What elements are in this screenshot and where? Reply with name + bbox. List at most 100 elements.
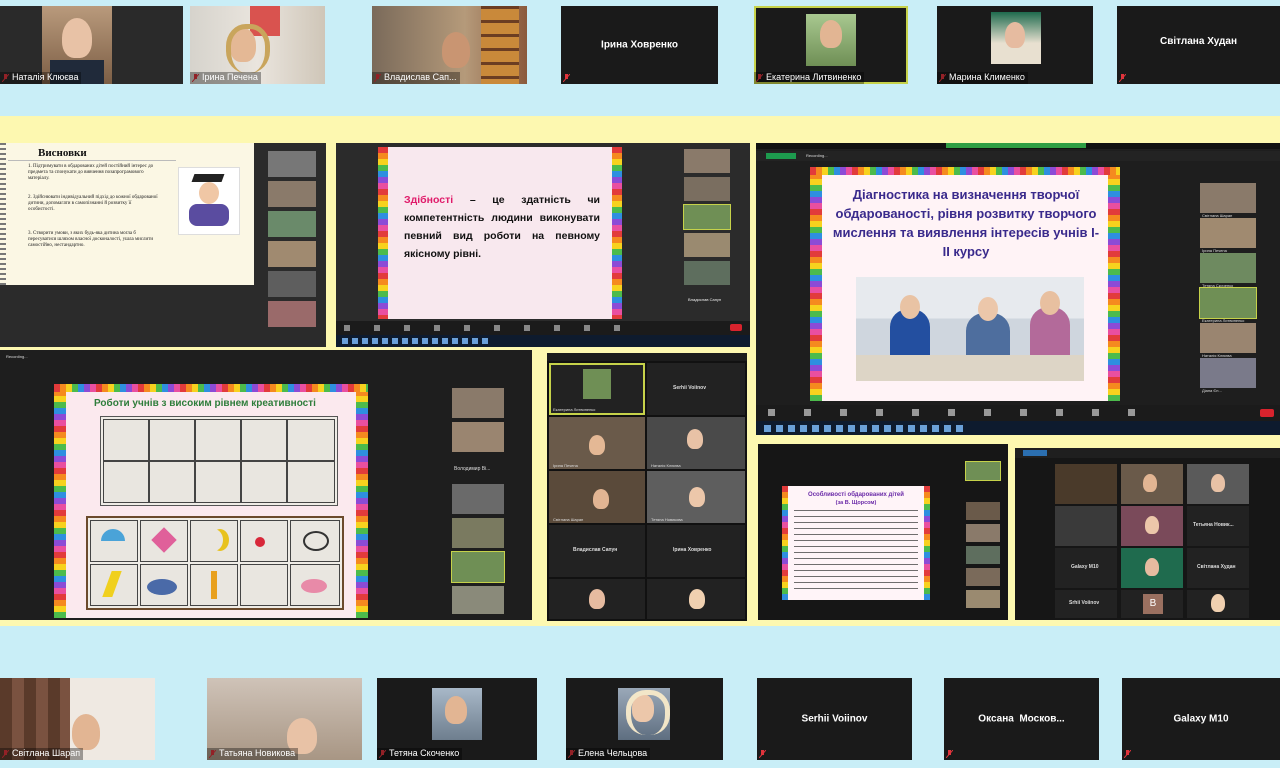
participant-name: Владислав Сап...: [372, 72, 460, 84]
participant-tile[interactable]: Татьяна Новикова: [207, 678, 362, 760]
participant-hair: [626, 690, 670, 735]
gallery-tile[interactable]: B: [1121, 590, 1183, 618]
participant-face: [442, 32, 470, 68]
drawing-cell: [195, 461, 241, 503]
view-button[interactable]: [1023, 450, 1047, 456]
participant-strip: Світлана Шарап Ірина Печена Тетяна Скоче…: [1196, 181, 1276, 397]
mini-participant-tile[interactable]: [1200, 218, 1256, 248]
participant-tile[interactable]: Світлана Шарап: [0, 678, 155, 760]
participant-tile[interactable]: Ірина Ховренко: [561, 6, 718, 84]
gallery-tile[interactable]: [1055, 464, 1117, 504]
mini-participant-tile[interactable]: [452, 422, 504, 452]
mini-participant-tile[interactable]: [684, 261, 730, 285]
gallery-tile-active[interactable]: Екатерина Литвиненко: [549, 363, 645, 415]
mini-participant-tile[interactable]: [1200, 358, 1256, 388]
mini-participant-tile-active[interactable]: [683, 204, 731, 230]
mini-participant-tile[interactable]: [452, 484, 504, 514]
gallery-tile[interactable]: [1121, 464, 1183, 504]
mini-participant-tile[interactable]: [684, 177, 730, 201]
mini-participant-tile[interactable]: [966, 590, 1000, 608]
bow-drawing: [151, 527, 177, 553]
pencil-border-top: [810, 167, 1120, 175]
student-face: [1040, 291, 1060, 315]
gallery-tile[interactable]: Srhii Voiinov: [1055, 590, 1117, 618]
mini-participant-tile[interactable]: [1200, 183, 1256, 213]
mini-participant-tile[interactable]: [268, 241, 316, 267]
mini-participant-tile[interactable]: [452, 586, 504, 614]
participant-tile[interactable]: Елена Чельцова: [566, 678, 723, 760]
participant-name: Ірина Ховренко: [601, 39, 678, 51]
mini-participant-tile[interactable]: [268, 271, 316, 297]
gallery-tile-label: Srhii Voiinov: [1069, 600, 1100, 606]
gallery-tile[interactable]: [1121, 548, 1183, 588]
toolbar-icons: [768, 409, 1148, 416]
participant-tile[interactable]: Марина Клименко: [937, 6, 1093, 84]
drawing-cell: [90, 520, 138, 562]
participant-name: Екатерина Литвиненко: [754, 72, 865, 84]
gallery-tile[interactable]: [1055, 506, 1117, 546]
mini-participant-tile[interactable]: [684, 233, 730, 257]
pencil-border-right: [612, 147, 622, 319]
mini-participant-tile-active[interactable]: [1199, 287, 1257, 319]
mini-participant-tile[interactable]: [966, 546, 1000, 564]
end-meeting-button[interactable]: [1260, 409, 1274, 417]
mini-participant-tile[interactable]: [452, 518, 504, 548]
conclusion-item: 1. Підтримувати в обдарованих дітей пост…: [28, 164, 154, 181]
gallery-tile[interactable]: Ірина Печена: [549, 417, 645, 469]
child-face: [199, 182, 219, 204]
gallery-tile[interactable]: Ірина Ховренко: [647, 525, 745, 577]
gallery-tile[interactable]: Galaxy M10: [1055, 548, 1117, 588]
mini-participant-tile[interactable]: [452, 388, 504, 418]
pencil-border-right: [924, 486, 930, 600]
mic-muted-icon: [563, 74, 570, 82]
participant-tile[interactable]: Владислав Сап...: [372, 6, 527, 84]
gallery-tile[interactable]: Тетьяна Новик...: [1187, 506, 1249, 546]
zoom-toolbar: [756, 405, 1280, 421]
participant-face: [589, 435, 605, 455]
participant-tile[interactable]: Оксана Москов...: [944, 678, 1099, 760]
view-original-button[interactable]: [766, 153, 796, 159]
mini-participant-tile-active[interactable]: [451, 551, 505, 583]
gallery-tile[interactable]: [647, 579, 745, 619]
mini-participant-tile[interactable]: [268, 181, 316, 207]
gallery-tile[interactable]: Serhii Voiinov: [647, 363, 745, 415]
gallery-tile[interactable]: [1187, 464, 1249, 504]
gallery-tile[interactable]: [1121, 506, 1183, 546]
drawings-grid-top: [100, 416, 338, 506]
participant-face: [1145, 516, 1159, 534]
mini-participant-tile[interactable]: [268, 211, 316, 237]
zoom-window-titlebar: [547, 353, 747, 361]
mini-participant-tile[interactable]: [1200, 323, 1256, 353]
gallery-tile[interactable]: Тетяна Новикова: [647, 471, 745, 523]
zoom-top-bar: [1015, 448, 1280, 458]
gallery-tile[interactable]: Владислав Сапун: [549, 525, 645, 577]
participant-tile[interactable]: Galaxy M10: [1122, 678, 1280, 760]
gallery-tile[interactable]: [1187, 590, 1249, 618]
participant-hair: [226, 24, 270, 73]
participant-tile[interactable]: Serhii Voiinov: [757, 678, 912, 760]
drawing-cell: [287, 419, 335, 461]
mini-participant-tile[interactable]: [268, 301, 316, 327]
mini-participant-tile[interactable]: [268, 151, 316, 177]
participant-tile[interactable]: Наталія Клюєва: [0, 6, 183, 84]
participant-tile[interactable]: Світлана Худан: [1117, 6, 1280, 84]
gallery-tile[interactable]: Наталія Клюєва: [647, 417, 745, 469]
participant-tile-active-speaker[interactable]: Екатерина Литвиненко: [754, 6, 908, 84]
participant-tile[interactable]: Тетяна Скоченко: [377, 678, 537, 760]
mic-muted-icon: [759, 750, 766, 758]
drawing-cell: [190, 520, 238, 562]
mini-participant-tile-active[interactable]: [965, 461, 1001, 481]
mini-participant-tile[interactable]: [966, 524, 1000, 542]
mini-participant-tile[interactable]: [966, 502, 1000, 520]
participant-name: Елена Чельцова: [566, 748, 651, 760]
mini-participant-tile[interactable]: [966, 568, 1000, 586]
drawing-cell: [103, 419, 149, 461]
screenshot-diagnostics: Recording... Діагностика на визначення т…: [756, 143, 1280, 435]
end-meeting-button[interactable]: [730, 324, 742, 331]
gallery-tile[interactable]: [549, 579, 645, 619]
mini-participant-tile[interactable]: [684, 149, 730, 173]
gallery-tile[interactable]: Світлана Шарап: [549, 471, 645, 523]
participant-tile[interactable]: Ірина Печена: [190, 6, 325, 84]
gallery-tile[interactable]: Світлана Худан: [1187, 548, 1249, 588]
mini-participant-tile[interactable]: [1200, 253, 1256, 283]
